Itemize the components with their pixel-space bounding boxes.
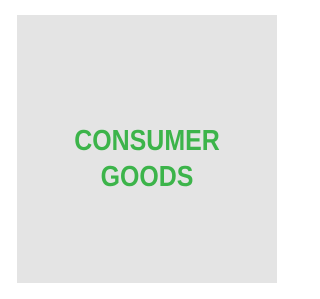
category-tile-label: CONSUMER GOODS [52, 123, 241, 195]
category-tile-label-line-2: GOODS [100, 161, 194, 193]
category-tile-consumer-goods[interactable]: CONSUMER GOODS [17, 15, 277, 283]
category-tile-label-line-1: CONSUMER [74, 125, 220, 157]
